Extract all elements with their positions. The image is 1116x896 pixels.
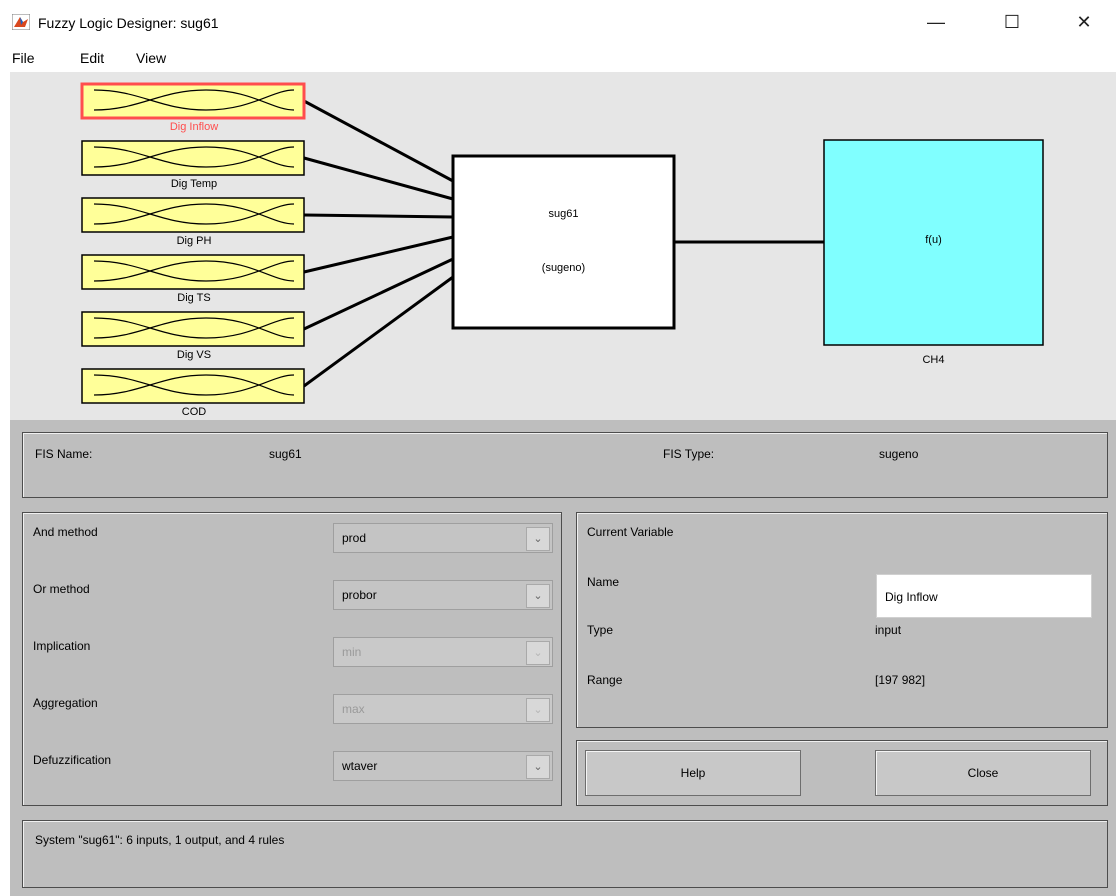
aggregation-select: max ⌄ <box>333 694 553 724</box>
menu-bar: File Edit View <box>0 44 1116 72</box>
defuzzification-label: Defuzzification <box>33 753 112 767</box>
close-button[interactable]: Close <box>875 750 1091 796</box>
variable-range-value: [197 982] <box>875 673 926 687</box>
input-dig-ts[interactable] <box>81 254 305 290</box>
or-method-select[interactable]: probor ⌄ <box>333 580 553 610</box>
input-dig-inflow[interactable] <box>80 82 306 120</box>
current-variable-frame: Current Variable Name Type input Range [… <box>576 512 1108 728</box>
chevron-down-icon: ⌄ <box>526 698 550 722</box>
input-dig-ph[interactable] <box>81 197 305 233</box>
input-label-dig-temp: Dig Temp <box>170 178 218 190</box>
and-method-select[interactable]: prod ⌄ <box>333 523 553 553</box>
variable-type-label: Type <box>587 623 614 637</box>
input-label-dig-inflow: Dig Inflow <box>169 121 219 133</box>
variable-type-value: input <box>875 623 902 637</box>
implication-select: min ⌄ <box>333 637 553 667</box>
aggregation-value: max <box>342 702 365 716</box>
title-bar: Fuzzy Logic Designer: sug61 — ☐ ✕ <box>0 0 1116 44</box>
fis-diagram: Dig Inflow Dig Temp Dig PH Dig TS Dig VS… <box>10 72 1116 420</box>
and-method-label: And method <box>33 525 98 539</box>
defuzzification-select[interactable]: wtaver ⌄ <box>333 751 553 781</box>
maximize-button[interactable]: ☐ <box>984 0 1040 44</box>
fis-name-value: sug61 <box>269 447 302 461</box>
status-frame: System "sug61": 6 inputs, 1 output, and … <box>22 820 1108 888</box>
input-cod[interactable] <box>81 368 305 404</box>
control-panel: FIS Name: sug61 FIS Type: sugeno And met… <box>10 420 1116 896</box>
close-window-button[interactable]: ✕ <box>1056 0 1112 44</box>
input-dig-temp[interactable] <box>81 140 305 176</box>
menu-edit[interactable]: Edit <box>80 50 104 66</box>
buttons-frame: Help Close <box>576 740 1108 806</box>
and-method-value: prod <box>342 531 367 545</box>
input-label-dig-ph: Dig PH <box>176 235 212 247</box>
input-label-dig-ts: Dig TS <box>177 292 211 304</box>
minimize-button[interactable]: — <box>908 0 964 44</box>
input-label-dig-vs: Dig VS <box>176 349 212 361</box>
fis-box-name: sug61 <box>548 208 579 220</box>
variable-name-field[interactable]: Dig Inflow <box>876 574 1092 618</box>
menu-file[interactable]: File <box>12 50 35 66</box>
chevron-down-icon: ⌄ <box>526 755 550 779</box>
input-dig-vs[interactable] <box>81 311 305 347</box>
matlab-icon <box>12 14 30 30</box>
fis-name-label: FIS Name: <box>35 447 93 461</box>
fis-box-type: (sugeno) <box>541 262 586 274</box>
current-variable-title: Current Variable <box>587 525 674 539</box>
input-label-cod: COD <box>181 406 207 418</box>
chevron-down-icon: ⌄ <box>526 527 550 551</box>
window-title: Fuzzy Logic Designer: sug61 <box>38 15 219 31</box>
fis-type-label: FIS Type: <box>663 447 715 461</box>
defuzzification-value: wtaver <box>342 759 378 773</box>
variable-name-label: Name <box>587 575 620 589</box>
implication-label: Implication <box>33 639 91 653</box>
fis-type-value: sugeno <box>879 447 919 461</box>
aggregation-label: Aggregation <box>33 696 98 710</box>
variable-name-value: Dig Inflow <box>885 590 938 604</box>
fis-rule-box[interactable] <box>451 154 676 330</box>
variable-range-label: Range <box>587 673 623 687</box>
chevron-down-icon: ⌄ <box>526 641 550 665</box>
help-button[interactable]: Help <box>585 750 801 796</box>
output-function-label: f(u) <box>925 234 942 246</box>
or-method-label: Or method <box>33 582 90 596</box>
fis-info-frame: FIS Name: sug61 FIS Type: sugeno <box>22 432 1108 498</box>
status-text: System "sug61": 6 inputs, 1 output, and … <box>35 833 285 847</box>
methods-frame: And method prod ⌄ Or method probor ⌄ Imp… <box>22 512 562 806</box>
menu-view[interactable]: View <box>136 50 166 66</box>
output-name-label: CH4 <box>922 354 945 366</box>
or-method-value: probor <box>342 588 377 602</box>
chevron-down-icon: ⌄ <box>526 584 550 608</box>
implication-value: min <box>342 645 362 659</box>
